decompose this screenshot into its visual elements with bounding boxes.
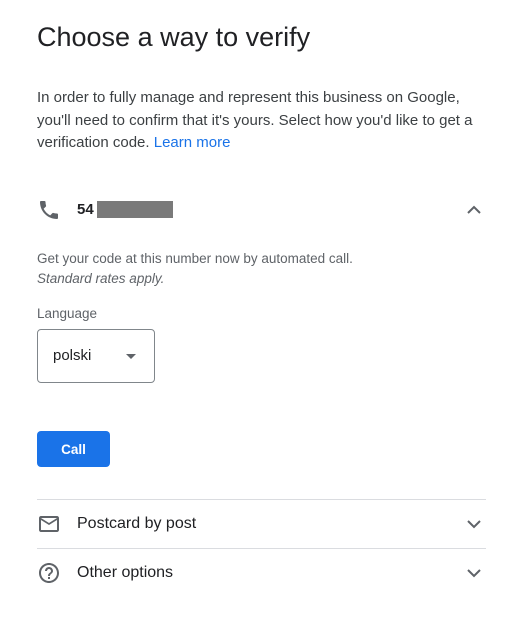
- chevron-down-icon[interactable]: [462, 561, 486, 585]
- dropdown-arrow-icon: [126, 354, 136, 359]
- chevron-down-icon[interactable]: [462, 512, 486, 536]
- phone-number: 54: [77, 201, 94, 218]
- language-label: Language: [37, 306, 98, 321]
- postcard-option[interactable]: Postcard by post: [37, 500, 486, 548]
- language-select[interactable]: polski: [37, 329, 155, 383]
- help-circle-icon: [39, 563, 59, 583]
- call-description-text: Get your code at this number now by auto…: [37, 251, 353, 266]
- intro-text: In order to fully manage and represent t…: [37, 87, 486, 155]
- language-value: polski: [53, 347, 92, 364]
- page-title: Choose a way to verify: [37, 22, 311, 52]
- chevron-up-icon[interactable]: [462, 198, 486, 222]
- phone-icon: [40, 201, 58, 219]
- postcard-option-label: Postcard by post: [77, 515, 197, 532]
- learn-more-link[interactable]: Learn more: [154, 134, 231, 151]
- phone-number-redacted: [97, 201, 173, 218]
- call-button[interactable]: Call: [37, 431, 110, 467]
- other-options-option[interactable]: Other options: [37, 549, 486, 597]
- call-description: Get your code at this number now by auto…: [37, 249, 353, 289]
- intro-body: In order to fully manage and represent t…: [37, 89, 473, 151]
- rates-note: Standard rates apply.: [37, 271, 165, 286]
- phone-option-header[interactable]: 54: [37, 188, 486, 232]
- other-options-label: Other options: [77, 564, 174, 581]
- mail-icon: [39, 516, 59, 532]
